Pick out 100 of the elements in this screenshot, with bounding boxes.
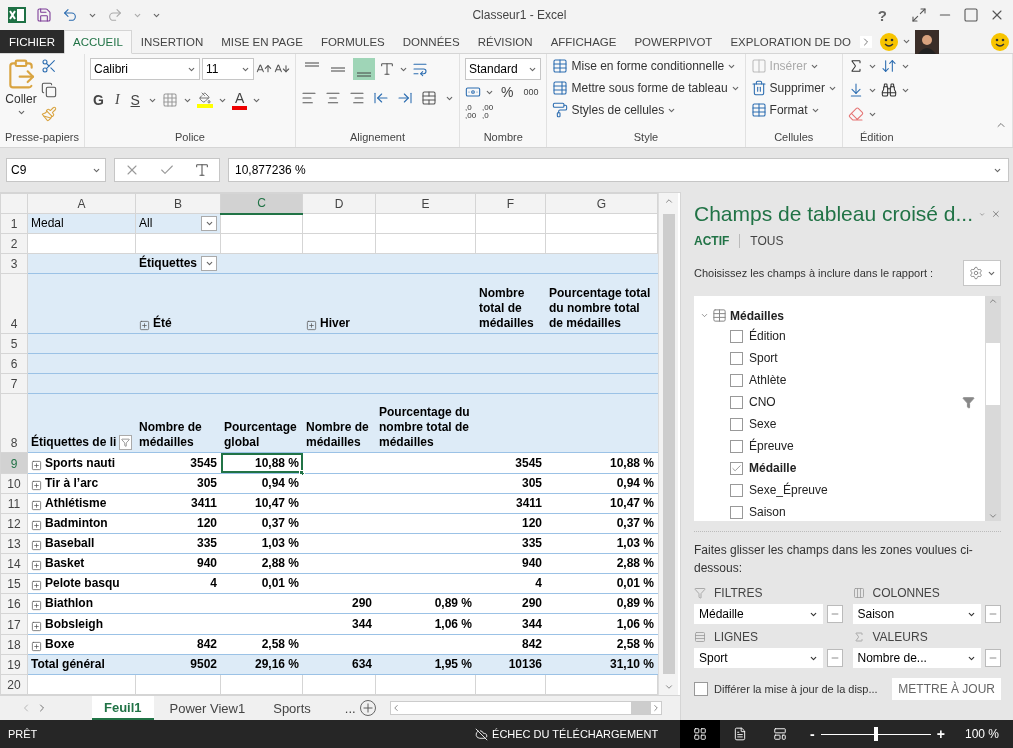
column-header[interactable]: F — [475, 193, 546, 214]
column-header[interactable]: E — [375, 193, 476, 214]
ribbon-tab[interactable]: RÉVISION — [468, 30, 542, 53]
underline-button[interactable]: S — [127, 92, 143, 108]
ribbon-tab[interactable]: FICHIER — [0, 30, 64, 53]
cell-text: Étiquettes de li — [31, 435, 117, 451]
row-header[interactable]: 18 — [0, 634, 28, 655]
row-header[interactable]: 7 — [0, 373, 28, 394]
style-menu-button[interactable]: Styles de cellules — [552, 102, 740, 118]
field-label[interactable]: Sport — [749, 351, 975, 365]
cell-text: 9502 — [190, 656, 217, 672]
more-sheets-button[interactable]: ... — [344, 700, 356, 716]
name-box[interactable]: C9 — [6, 158, 106, 182]
row-header[interactable]: 20 — [0, 674, 28, 695]
row-header[interactable]: 6 — [0, 353, 28, 374]
cells-menu-button[interactable]: Format — [750, 102, 837, 118]
cell-text: Pelote basqu — [45, 576, 120, 592]
column-header[interactable]: C — [220, 193, 303, 214]
field-label[interactable]: Épreuve — [749, 439, 975, 453]
area-field-dropdown[interactable]: Saison — [852, 604, 981, 624]
column-header[interactable]: A — [27, 193, 136, 214]
table-cell[interactable]: Hiver — [302, 273, 376, 334]
table-cell[interactable]: Nombre de médailles — [302, 393, 376, 453]
decimal-button[interactable]: ,00 ,0 — [482, 104, 494, 120]
row-header[interactable]: 4 — [0, 273, 28, 334]
field-label[interactable]: Saison — [749, 505, 975, 519]
row-header[interactable]: 19 — [0, 654, 28, 675]
sheet-tab[interactable]: Power View1 — [157, 696, 258, 720]
bold-button[interactable]: G — [90, 92, 107, 108]
group-label: Édition — [859, 131, 894, 145]
row-header[interactable]: 12 — [0, 513, 28, 534]
area-label: FILTRES — [714, 586, 763, 600]
ribbon-tab[interactable]: ACCUEIL — [64, 30, 132, 54]
field-label[interactable]: Médaille — [749, 461, 975, 475]
row-header[interactable]: 9 — [0, 452, 28, 474]
font-name-field[interactable]: Calibri — [90, 58, 200, 80]
upload-status[interactable]: ÉCHEC DU TÉLÉCHARGEMENT — [492, 728, 659, 740]
font-size-field[interactable]: 11 — [202, 58, 254, 80]
row-header[interactable]: 8 — [0, 393, 28, 453]
ribbon-tab[interactable]: AFFICHAGE — [541, 30, 626, 53]
cell-text: 10,47 % — [609, 495, 654, 511]
ribbon-tab[interactable]: FORMULES — [311, 30, 394, 53]
decimal-button[interactable]: ,0 ,00 — [465, 104, 477, 120]
field-label[interactable]: Athlète — [749, 373, 975, 387]
field-label[interactable]: Sexe_Épreuve — [749, 483, 975, 497]
row-header[interactable]: 15 — [0, 573, 28, 594]
cell-text: 940 — [196, 556, 217, 572]
pane-tab[interactable]: ACTIF — [694, 234, 741, 248]
cell-text: 0,37 % — [261, 515, 299, 531]
table-cell[interactable]: Pourcentage du nombre total de médailles — [375, 393, 476, 453]
font-color-button[interactable]: A — [231, 90, 248, 110]
area-field-dropdown[interactable]: Nombre de... — [852, 648, 981, 668]
column-header[interactable]: D — [302, 193, 376, 214]
column-header[interactable]: B — [135, 193, 221, 214]
row-header[interactable]: 16 — [0, 593, 28, 614]
ribbon-tab[interactable]: MISE EN PAGE — [212, 30, 312, 53]
field-label[interactable]: Sexe — [749, 417, 975, 431]
row-header[interactable]: 1 — [0, 213, 28, 234]
row-header[interactable]: 14 — [0, 553, 28, 574]
cell-text: 305 — [521, 475, 542, 491]
table-cell[interactable]: Pourcentage global — [220, 393, 303, 453]
zoom-out-button[interactable]: - — [810, 726, 815, 742]
cell-text: Pourcentage du nombre total de médailles — [379, 405, 471, 451]
style-menu-button[interactable]: Mettre sous forme de tableau — [552, 80, 740, 96]
italic-button[interactable]: I — [111, 92, 123, 108]
row-header[interactable]: 3 — [0, 253, 28, 274]
table-cell[interactable]: Pourcentage total du nombre total de médailles — [545, 273, 658, 334]
update-button[interactable]: METTRE À JOUR — [892, 678, 1001, 700]
field-label[interactable]: CNO — [749, 395, 956, 409]
row-header[interactable]: 2 — [0, 233, 28, 254]
sheet-tab[interactable]: Sports — [261, 696, 323, 720]
table-cell[interactable]: Étiquettes de li — [27, 393, 136, 453]
row-header[interactable]: 13 — [0, 533, 28, 554]
field-label[interactable]: Édition — [749, 329, 975, 343]
area-field-dropdown[interactable]: Sport — [694, 648, 823, 668]
cell-text: 344 — [351, 616, 372, 632]
row-header[interactable]: 11 — [0, 493, 28, 514]
row-header[interactable]: 10 — [0, 473, 28, 494]
percent-button[interactable]: % — [498, 84, 517, 100]
formula-field[interactable]: 10,877236 % — [228, 158, 1009, 182]
row-header[interactable]: 17 — [0, 613, 28, 635]
style-menu-button[interactable]: Mise en forme conditionnelle — [552, 58, 740, 74]
ribbon-tab[interactable]: DONNÉES — [393, 30, 469, 53]
row-header[interactable]: 5 — [0, 333, 28, 354]
table-cell[interactable]: Nombre total de médailles — [475, 273, 546, 334]
ribbon-tab[interactable]: EXPLORATION DE DO — [721, 30, 860, 53]
thousands-button[interactable]: 000 — [520, 87, 542, 97]
sheet-tab[interactable]: Feuil1 — [92, 696, 154, 720]
table-cell[interactable]: Été — [135, 273, 221, 334]
area-field-dropdown[interactable]: Médaille — [694, 604, 823, 624]
pane-tab[interactable]: TOUS — [750, 234, 794, 248]
ribbon-tab[interactable]: POWERPIVOT — [625, 30, 722, 53]
zoom-in-button[interactable]: + — [936, 726, 945, 742]
ribbon-tab[interactable]: INSERTION — [131, 30, 213, 53]
cells-menu-button[interactable]: Supprimer — [750, 80, 837, 96]
paste-button[interactable]: Coller — [5, 58, 37, 131]
number-format-field[interactable]: Standard — [465, 58, 541, 80]
table-cell[interactable]: Nombre de médailles — [135, 393, 221, 453]
column-header[interactable]: G — [545, 193, 658, 214]
help-button[interactable]: ? — [877, 6, 887, 24]
